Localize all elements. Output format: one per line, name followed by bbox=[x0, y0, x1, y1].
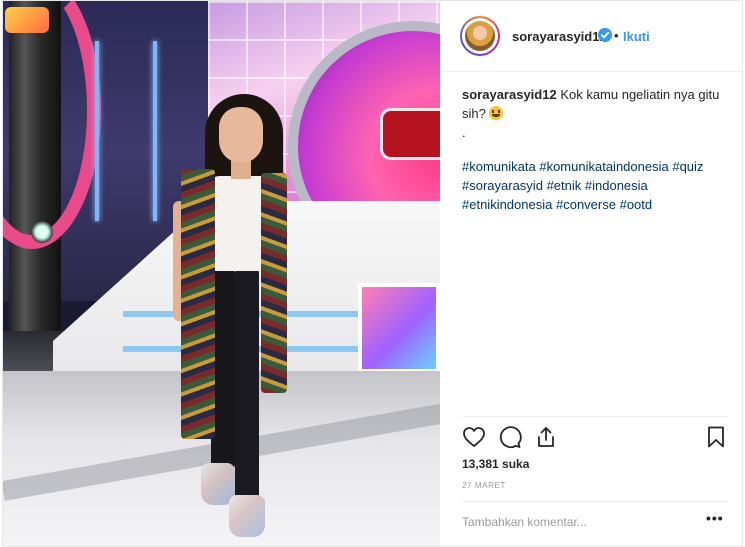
follow-button[interactable]: Ikuti bbox=[623, 29, 650, 44]
comment-divider bbox=[462, 501, 728, 502]
hashtag-link[interactable]: #indonesia bbox=[585, 178, 648, 193]
photo-light-pole bbox=[153, 41, 157, 221]
hashtag-link[interactable]: #etnik bbox=[547, 178, 582, 193]
post-side-panel: sorayarasyid12 • Ikuti sorayarasyid12 Ko… bbox=[440, 1, 742, 546]
hashtag-link[interactable]: #ootd bbox=[620, 197, 653, 212]
hashtag-link[interactable]: #etnikindonesia bbox=[462, 197, 552, 212]
photo-person-vest bbox=[261, 173, 287, 393]
photo-person-shoe bbox=[229, 495, 265, 537]
photo-person-vest bbox=[181, 169, 215, 439]
heart-icon[interactable] bbox=[462, 425, 486, 454]
instagram-post: sorayarasyid12 • Ikuti sorayarasyid12 Ko… bbox=[2, 0, 743, 547]
post-header: sorayarasyid12 • Ikuti bbox=[440, 1, 742, 72]
post-photo[interactable] bbox=[3, 1, 440, 546]
post-date[interactable]: 27 MARET bbox=[462, 481, 506, 490]
photo-light-pole bbox=[95, 41, 99, 221]
share-icon[interactable] bbox=[534, 425, 558, 454]
header-separator: • bbox=[614, 28, 619, 43]
caption-username[interactable]: sorayarasyid12 bbox=[462, 87, 557, 102]
hashtag-link[interactable]: #sorayarasyid bbox=[462, 178, 543, 193]
actions-divider bbox=[462, 416, 728, 417]
comment-input[interactable] bbox=[462, 513, 692, 531]
photo-spotlight bbox=[31, 221, 53, 243]
photo-set-panel bbox=[358, 283, 440, 373]
photo-person-face bbox=[219, 107, 263, 163]
likes-count[interactable]: 13,381 suka bbox=[462, 457, 529, 471]
hashtag-link[interactable]: #converse bbox=[556, 197, 616, 212]
hashtag-link[interactable]: #komunikataindonesia bbox=[539, 159, 668, 174]
caption-dot-line: . bbox=[462, 125, 466, 140]
more-options-button[interactable]: ••• bbox=[706, 510, 724, 526]
photo-logo-sign bbox=[5, 7, 49, 33]
avatar-photo bbox=[465, 21, 495, 51]
photo-stage-disc-label bbox=[383, 111, 440, 157]
bookmark-icon[interactable] bbox=[704, 425, 728, 454]
caption-first-line: sorayarasyid12 Kok kamu ngeliatin nya gi… bbox=[462, 85, 720, 123]
verified-badge-icon bbox=[598, 28, 612, 42]
post-username[interactable]: sorayarasyid12 bbox=[512, 29, 607, 44]
hashtag-link[interactable]: #komunikata bbox=[462, 159, 536, 174]
comment-icon[interactable] bbox=[498, 425, 522, 454]
avatar-ring-inner bbox=[462, 18, 498, 54]
profile-avatar[interactable] bbox=[460, 16, 500, 56]
caption-hashtags: #komunikata #komunikataindonesia #quiz #… bbox=[462, 157, 720, 214]
grin-emoji-icon bbox=[489, 106, 504, 120]
hashtag-link[interactable]: #quiz bbox=[672, 159, 703, 174]
photo-person-leg bbox=[235, 269, 259, 499]
post-caption: sorayarasyid12 Kok kamu ngeliatin nya gi… bbox=[462, 85, 720, 214]
post-actions bbox=[462, 425, 728, 451]
